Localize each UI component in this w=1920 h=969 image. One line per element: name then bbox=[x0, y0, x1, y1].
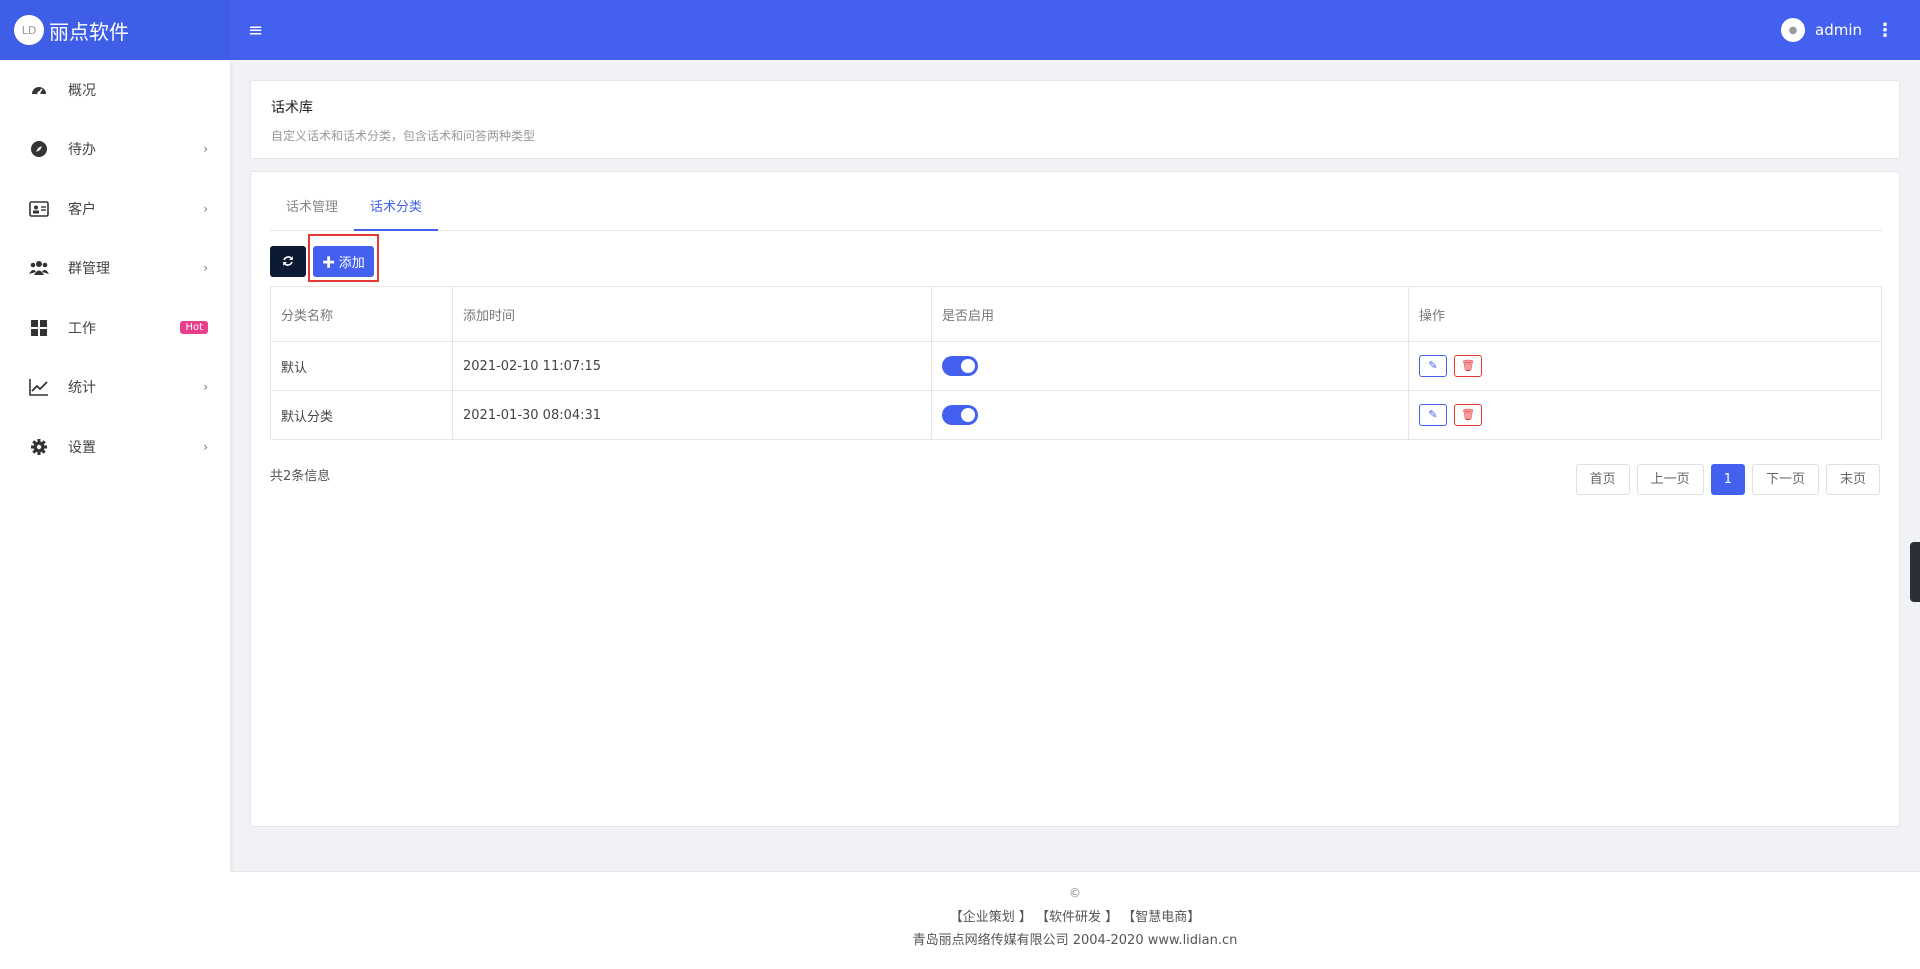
user-name[interactable]: admin bbox=[1815, 21, 1862, 39]
chart-line-icon bbox=[28, 376, 50, 398]
table-row: 默认 2021-02-10 11:07:15 ✎ 🗑 bbox=[270, 341, 1882, 391]
enabled-cell bbox=[931, 341, 1409, 391]
id-card-icon bbox=[28, 198, 50, 220]
page-current-button[interactable]: 1 bbox=[1710, 464, 1745, 495]
enabled-cell bbox=[931, 390, 1409, 440]
dashboard-icon bbox=[28, 79, 50, 101]
added-time: 2021-01-30 08:04:31 bbox=[452, 390, 932, 440]
page-header-card: 话术库 自定义话术和话术分类，包含话术和问答两种类型 bbox=[250, 80, 1900, 159]
page-prev-button[interactable]: 上一页 bbox=[1636, 464, 1704, 495]
user-area: ● admin ⋮ bbox=[1781, 18, 1894, 42]
table-row: 默认分类 2021-01-30 08:04:31 ✎ 🗑 bbox=[270, 390, 1882, 440]
column-header: 是否启用 bbox=[931, 286, 1409, 342]
top-bar: LD 丽点软件 ≡ ● admin ⋮ bbox=[0, 0, 1920, 60]
add-button[interactable]: ✚ 添加 bbox=[313, 246, 374, 277]
hamburger-icon[interactable]: ≡ bbox=[248, 20, 263, 41]
gear-icon bbox=[28, 436, 50, 458]
refresh-button[interactable] bbox=[270, 246, 306, 277]
pagination: 首页 上一页 1 下一页 末页 bbox=[1569, 464, 1880, 495]
sidebar-item-label: 客户 bbox=[68, 201, 96, 218]
delete-button[interactable]: 🗑 bbox=[1454, 404, 1483, 426]
side-panel-handle[interactable] bbox=[1910, 542, 1920, 602]
sidebar-item-work[interactable]: 工作 Hot bbox=[0, 298, 230, 358]
page-next-button[interactable]: 下一页 bbox=[1751, 464, 1819, 495]
page-description: 自定义话术和话术分类，包含话术和问答两种类型 bbox=[271, 129, 536, 143]
total-count: 共2条信息 bbox=[270, 469, 331, 484]
actions-cell: ✎ 🗑 bbox=[1408, 341, 1882, 391]
column-header: 添加时间 bbox=[452, 286, 932, 342]
copyright: © bbox=[1069, 886, 1081, 900]
edit-button[interactable]: ✎ bbox=[1419, 404, 1447, 426]
enabled-toggle[interactable] bbox=[942, 356, 978, 376]
tab-script-management[interactable]: 话术管理 bbox=[270, 184, 354, 231]
add-button-highlight: ✚ 添加 bbox=[308, 234, 379, 282]
content-card: 话术管理 话术分类 ✚ 添加 分类名称 添加时间 是否启用 操作 默认 2021… bbox=[250, 171, 1900, 827]
footer: © 【企业策划 】 【软件研发 】 【智慧电商】 青岛丽点网络传媒有限公司 20… bbox=[230, 871, 1920, 969]
category-name: 默认 bbox=[270, 341, 453, 391]
sidebar-item-customers[interactable]: 客户 › bbox=[0, 179, 230, 239]
footer-company: 青岛丽点网络传媒有限公司 2004-2020 www.lidian.cn bbox=[912, 933, 1238, 948]
add-button-label: 添加 bbox=[338, 255, 365, 270]
kebab-icon[interactable]: ⋮ bbox=[1876, 20, 1894, 41]
sidebar-item-label: 设置 bbox=[68, 439, 96, 456]
page-last-button[interactable]: 末页 bbox=[1825, 464, 1880, 495]
sidebar: 概况 待办 › 客户 › 群管理 › 工作 Hot 统计 › 设置 › bbox=[0, 60, 230, 969]
footer-links[interactable]: 【企业策划 】 【软件研发 】 【智慧电商】 bbox=[230, 906, 1920, 925]
chevron-right-icon: › bbox=[203, 142, 208, 157]
actions-cell: ✎ 🗑 bbox=[1408, 390, 1882, 440]
enabled-toggle[interactable] bbox=[942, 405, 978, 425]
sidebar-item-label: 待办 bbox=[68, 142, 96, 159]
toolbar: ✚ 添加 bbox=[270, 234, 379, 282]
trash-icon: 🗑 bbox=[1461, 408, 1476, 421]
table-header-row: 分类名称 添加时间 是否启用 操作 bbox=[270, 286, 1882, 342]
pencil-icon: ✎ bbox=[1428, 359, 1438, 372]
page-title: 话术库 bbox=[271, 100, 313, 116]
chevron-right-icon: › bbox=[203, 201, 208, 216]
sidebar-item-stats[interactable]: 统计 › bbox=[0, 358, 230, 418]
page-first-button[interactable]: 首页 bbox=[1575, 464, 1630, 495]
brand[interactable]: LD 丽点软件 bbox=[0, 0, 230, 60]
column-header: 操作 bbox=[1408, 286, 1882, 342]
column-header: 分类名称 bbox=[270, 286, 453, 342]
sidebar-item-todo[interactable]: 待办 › bbox=[0, 120, 230, 180]
brand-logo: LD bbox=[14, 15, 44, 45]
trash-icon: 🗑 bbox=[1461, 359, 1476, 372]
pencil-icon: ✎ bbox=[1428, 408, 1438, 421]
chevron-right-icon: › bbox=[203, 261, 208, 276]
avatar[interactable]: ● bbox=[1781, 18, 1805, 42]
sidebar-item-label: 统计 bbox=[68, 380, 96, 397]
sidebar-item-label: 群管理 bbox=[68, 261, 110, 278]
grid-icon bbox=[28, 317, 50, 339]
tab-script-category[interactable]: 话术分类 bbox=[354, 184, 439, 231]
hot-badge: Hot bbox=[180, 321, 208, 335]
category-name: 默认分类 bbox=[270, 390, 453, 440]
main-content: 话术库 自定义话术和话术分类，包含话术和问答两种类型 话术管理 话术分类 ✚ 添… bbox=[230, 60, 1920, 969]
added-time: 2021-02-10 11:07:15 bbox=[452, 341, 932, 391]
compass-icon bbox=[28, 138, 50, 160]
brand-name: 丽点软件 bbox=[49, 19, 129, 44]
sidebar-item-overview[interactable]: 概况 bbox=[0, 60, 230, 120]
sidebar-item-label: 工作 bbox=[68, 320, 96, 337]
category-table: 分类名称 添加时间 是否启用 操作 默认 2021-02-10 11:07:15… bbox=[270, 286, 1882, 440]
chevron-right-icon: › bbox=[203, 380, 208, 395]
delete-button[interactable]: 🗑 bbox=[1454, 355, 1483, 377]
sidebar-item-settings[interactable]: 设置 › bbox=[0, 417, 230, 477]
edit-button[interactable]: ✎ bbox=[1419, 355, 1447, 377]
sidebar-item-label: 概况 bbox=[68, 82, 96, 99]
users-icon bbox=[28, 257, 50, 279]
tab-bar: 话术管理 话术分类 bbox=[270, 184, 1882, 231]
sidebar-item-groups[interactable]: 群管理 › bbox=[0, 239, 230, 299]
chevron-right-icon: › bbox=[203, 439, 208, 454]
plus-icon: ✚ bbox=[322, 255, 339, 270]
refresh-icon bbox=[283, 255, 293, 266]
